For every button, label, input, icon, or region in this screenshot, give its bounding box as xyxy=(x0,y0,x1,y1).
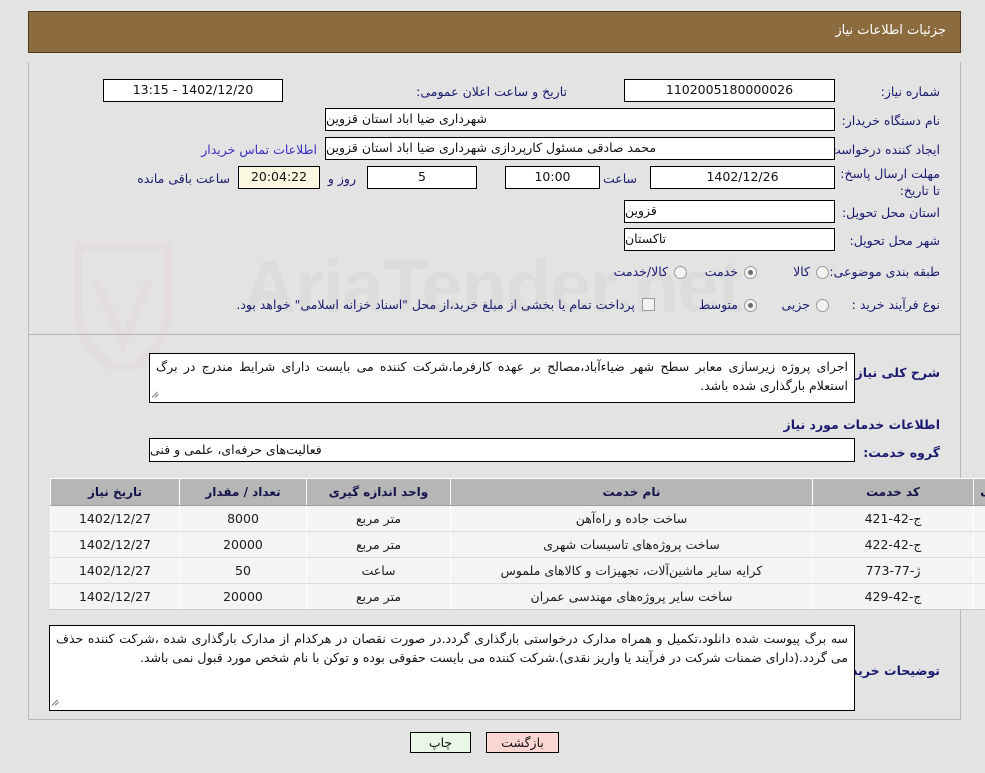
cell-unit: ساعت xyxy=(306,557,451,584)
svg-text:AriaTender.net: AriaTender.net xyxy=(243,245,742,328)
watermark: AriaTender.net xyxy=(73,241,742,370)
province-field: قزوین xyxy=(624,200,835,223)
cell-unit: متر مربع xyxy=(306,505,451,532)
cell-qty: 50 xyxy=(179,557,307,584)
cell-code: ژ-77-773 xyxy=(812,557,974,584)
cell-date: 1402/12/27 xyxy=(50,531,180,558)
requester-field: محمد صادقی مسئول کارپردازی شهرداری ضیا ا… xyxy=(325,137,835,160)
city-label: شهر محل تحویل: xyxy=(849,233,940,248)
cell-unit: متر مربع xyxy=(306,583,451,610)
services-section-title: اطلاعات خدمات مورد نیاز xyxy=(783,417,941,432)
column-header-row: ردیف xyxy=(973,478,985,506)
radio-category-kala-khedmat-label: کالا/خدمت xyxy=(613,264,668,279)
countdown-days-label: روز و xyxy=(327,171,356,186)
panel-left-border xyxy=(28,62,29,335)
deadline-time-field: 10:00 xyxy=(505,166,600,189)
buyer-contact-link[interactable]: اطلاعات تماس خریدار xyxy=(201,142,317,157)
column-header-name: نام خدمت xyxy=(450,478,813,506)
page-header: جزئیات اطلاعات نیاز xyxy=(28,11,961,53)
radio-category-kala[interactable] xyxy=(816,266,829,279)
column-header-unit: واحد اندازه گیری xyxy=(306,478,451,506)
cell-qty: 8000 xyxy=(179,505,307,532)
radio-process-motevaset[interactable] xyxy=(744,299,757,312)
countdown-days-field: 5 xyxy=(367,166,477,189)
treasury-checkbox-label: پرداخت تمام یا بخشی از مبلغ خرید،از محل … xyxy=(236,297,635,312)
radio-category-khedmat[interactable] xyxy=(744,266,757,279)
cell-unit: متر مربع xyxy=(306,531,451,558)
treasury-checkbox[interactable] xyxy=(642,298,655,311)
buyer-notes-resize-grip[interactable] xyxy=(51,697,62,708)
table-row: 4 ج-42-429 ساخت سایر پروژه‌های مهندسی عم… xyxy=(50,583,985,610)
table-row: 1 ج-42-421 ساخت جاده و راه‌آهن متر مربع … xyxy=(50,505,985,532)
panel-divider-1 xyxy=(28,334,961,335)
announce-label: تاریخ و ساعت اعلان عمومی: xyxy=(416,84,567,99)
description-text[interactable]: اجرای پروژه زیرسازی معابر سطح شهر ضیاءآب… xyxy=(149,353,855,403)
deadline-label: مهلت ارسال پاسخ: تا تاریخ: xyxy=(840,166,940,198)
announce-value-field: 1402/12/20 - 13:15 xyxy=(103,79,283,102)
buyer-org-field: شهرداری ضیا اباد استان قزوین xyxy=(325,108,835,131)
need-details-page: AriaTender.net جزئیات اطلاعات نیاز شماره… xyxy=(0,0,985,773)
cell-code: ج-42-429 xyxy=(812,583,974,610)
radio-category-khedmat-label: خدمت xyxy=(704,264,738,279)
category-label: طبقه بندی موضوعی: xyxy=(829,264,940,279)
table-row: 3 ژ-77-773 کرایه سایر ماشین‌آلات، تجهیزا… xyxy=(50,557,985,584)
cell-qty: 20000 xyxy=(179,531,307,558)
radio-process-motevaset-label: متوسط xyxy=(698,297,738,312)
radio-category-kala-label: کالا xyxy=(793,264,810,279)
countdown-clock-field: 20:04:22 xyxy=(238,166,320,189)
services-table: ردیف کد خدمت نام خدمت واحد اندازه گیری ت… xyxy=(50,478,985,610)
cell-row: 1 xyxy=(973,505,985,532)
radio-process-jozii[interactable] xyxy=(816,299,829,312)
cell-date: 1402/12/27 xyxy=(50,505,180,532)
requester-label: ایجاد کننده درخواست: xyxy=(824,142,940,157)
column-header-qty: تعداد / مقدار xyxy=(179,478,307,506)
panel-divider-2 xyxy=(28,719,961,720)
description-resize-grip[interactable] xyxy=(151,389,162,400)
table-row: 2 ج-42-422 ساخت پروژه‌های تاسیسات شهری م… xyxy=(50,531,985,558)
buyer-org-label: نام دستگاه خریدار: xyxy=(841,113,940,128)
panel-right-border xyxy=(960,62,961,335)
table-header-row: ردیف کد خدمت نام خدمت واحد اندازه گیری ت… xyxy=(50,478,985,506)
cell-row: 2 xyxy=(973,531,985,558)
cell-name: ساخت سایر پروژه‌های مهندسی عمران xyxy=(450,583,813,610)
buyer-notes-text[interactable]: سه برگ پیوست شده دانلود،تکمیل و همراه مد… xyxy=(49,625,855,711)
column-header-code: کد خدمت xyxy=(812,478,974,506)
cell-qty: 20000 xyxy=(179,583,307,610)
cell-name: ساخت پروژه‌های تاسیسات شهری xyxy=(450,531,813,558)
description-label: شرح کلی نیاز: xyxy=(850,365,940,380)
process-label: نوع فرآیند خرید : xyxy=(851,297,940,312)
panel-left-border-2 xyxy=(28,335,29,719)
service-group-label: گروه خدمت: xyxy=(863,445,940,460)
deadline-date-field: 1402/12/26 xyxy=(650,166,835,189)
need-number-label: شماره نیاز: xyxy=(880,84,940,99)
need-number-field: 1102005180000026 xyxy=(624,79,835,102)
cell-name: کرایه سایر ماشین‌آلات، تجهیزات و کالاهای… xyxy=(450,557,813,584)
radio-category-kala-khedmat[interactable] xyxy=(674,266,687,279)
back-button[interactable]: بازگشت xyxy=(486,732,559,753)
page-title: جزئیات اطلاعات نیاز xyxy=(835,23,946,38)
print-button[interactable]: چاپ xyxy=(410,732,471,753)
cell-row: 4 xyxy=(973,583,985,610)
countdown-remaining-label: ساعت باقی مانده xyxy=(137,171,230,186)
cell-name: ساخت جاده و راه‌آهن xyxy=(450,505,813,532)
province-label: استان محل تحویل: xyxy=(841,205,940,220)
cell-date: 1402/12/27 xyxy=(50,583,180,610)
cell-code: ج-42-421 xyxy=(812,505,974,532)
deadline-time-label: ساعت xyxy=(602,171,637,186)
cell-code: ج-42-422 xyxy=(812,531,974,558)
radio-process-jozii-label: جزیی xyxy=(781,297,810,312)
cell-row: 3 xyxy=(973,557,985,584)
service-group-field: فعالیت‌های حرفه‌ای، علمی و فنی xyxy=(149,438,855,462)
column-header-date: تاریخ نیاز xyxy=(50,478,180,506)
city-field: تاکستان xyxy=(624,228,835,251)
cell-date: 1402/12/27 xyxy=(50,557,180,584)
